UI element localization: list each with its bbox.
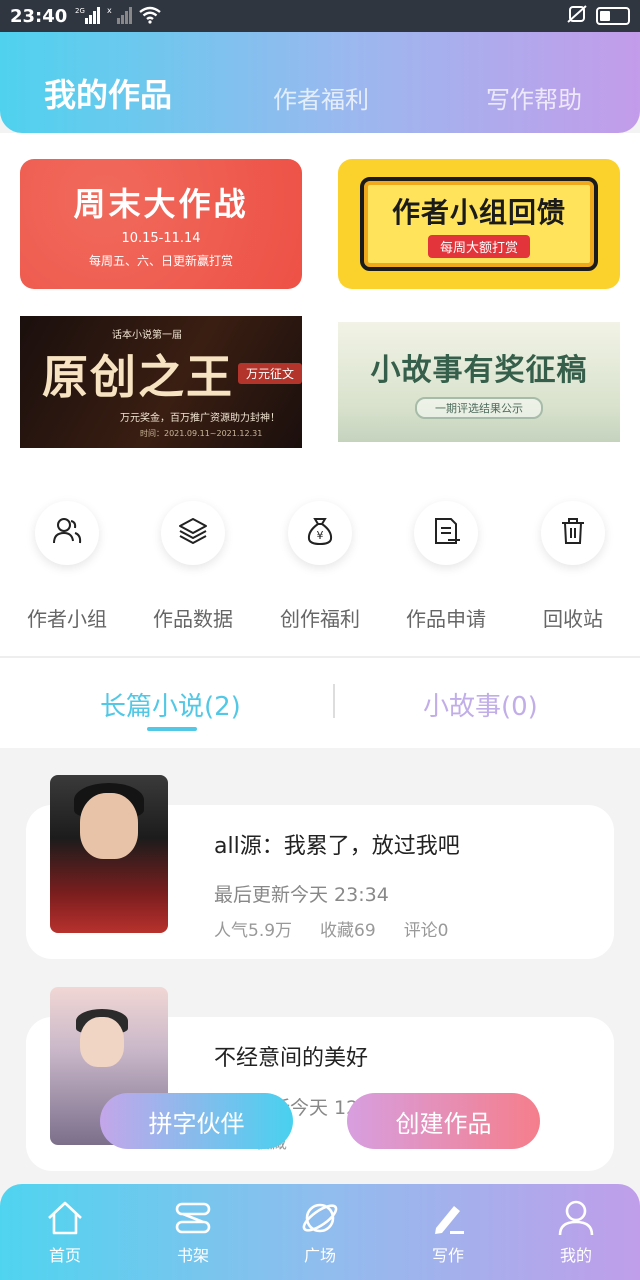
signal-icon: 2G [75, 6, 101, 27]
writing-partner-button[interactable]: 拼字伙伴 [100, 1093, 293, 1149]
top-header: 我的作品 作者福利 写作帮助 [0, 32, 640, 133]
banner-date: 10.15-11.14 [121, 231, 201, 246]
nav-square[interactable]: 广场 [275, 1196, 365, 1266]
banner-author-group[interactable]: 作者小组回馈 每周大额打赏 [338, 159, 620, 289]
money-bag-icon: ¥ [304, 515, 336, 551]
banner-subtitle: 万元奖金，百万推广资源助力封神！ [120, 412, 280, 424]
novel-tab-bar [0, 656, 640, 748]
tab-author-benefits[interactable]: 作者福利 [273, 80, 369, 115]
tab-writing-help[interactable]: 写作帮助 [486, 80, 582, 115]
action-creation-benefits[interactable]: ¥ 创作福利 [255, 501, 385, 632]
banner-subtitle: 一期评选结果公示 [415, 397, 543, 419]
status-time: 23:40 [10, 5, 68, 27]
status-bar: 23:40 2G x [0, 0, 640, 32]
nav-write[interactable]: 写作 [403, 1196, 493, 1266]
home-icon [43, 1196, 87, 1240]
user-icon [554, 1196, 598, 1240]
banner-weekend-battle[interactable]: 周末大作战 10.15-11.14 每周五、六、日更新赢打赏 [20, 159, 302, 289]
banner-title: 作者小组回馈 [391, 195, 566, 229]
book-title: 不经意间的美好 [214, 1046, 369, 1071]
book-popularity: 人气5.9万 [214, 921, 293, 941]
nav-label: 书架 [176, 1246, 209, 1265]
signal-icon: x [107, 6, 133, 27]
mute-icon [566, 4, 588, 29]
nav-label: 首页 [48, 1246, 81, 1265]
nav-mine[interactable]: 我的 [531, 1196, 621, 1266]
banner-original-king[interactable]: 话本小说第一届 原创之王 万元征文 万元奖金，百万推广资源助力封神！ 时间：20… [20, 316, 302, 448]
book-title: all源：我累了，放过我吧 [214, 834, 460, 859]
action-label: 作品数据 [153, 607, 233, 631]
banner-title: 周末大作战 [73, 185, 249, 223]
layers-icon [177, 515, 209, 551]
nav-home[interactable]: 首页 [20, 1196, 110, 1266]
trash-icon [557, 515, 589, 551]
book-cover[interactable] [50, 775, 168, 933]
banner-subtitle: 每周大额打赏 [427, 234, 530, 258]
active-tab-indicator [147, 727, 197, 731]
book-comments: 评论0 [403, 921, 449, 941]
bookshelf-icon [171, 1196, 215, 1240]
banner-date: 时间：2021.09.11~2021.12.31 [140, 428, 263, 438]
action-label: 创作福利 [280, 607, 360, 631]
action-label: 作品申请 [406, 607, 486, 631]
svg-text:x: x [107, 6, 112, 15]
create-work-button[interactable]: 创建作品 [347, 1093, 540, 1149]
action-work-application[interactable]: 作品申请 [381, 501, 511, 632]
banner-tag: 话本小说第一届 [112, 329, 182, 341]
bottom-nav: 首页 书架 广场 写作 我的 [0, 1184, 640, 1280]
planet-icon [298, 1196, 342, 1240]
quick-actions: 作者小组 作品数据 ¥ 创作福利 作品申请 回收站 [0, 501, 640, 631]
book-stats: 人气5.9万 收藏69 评论0 [214, 916, 449, 941]
nav-bookshelf[interactable]: 书架 [148, 1196, 238, 1266]
svg-text:2G: 2G [75, 7, 85, 15]
tab-long-novels[interactable]: 长篇小说(2) [100, 686, 241, 723]
document-icon [430, 515, 462, 551]
nav-label: 我的 [559, 1246, 592, 1265]
action-recycle-bin[interactable]: 回收站 [508, 501, 638, 632]
nav-label: 广场 [303, 1246, 336, 1265]
tab-my-works[interactable]: 我的作品 [44, 70, 172, 116]
banner-pill: 万元征文 [237, 363, 302, 384]
wifi-icon [139, 6, 162, 27]
action-label: 回收站 [543, 607, 603, 631]
battery-icon [596, 7, 630, 25]
banner-short-story-contest[interactable]: 小故事有奖征稿 一期评选结果公示 [338, 322, 620, 442]
banner-title: 原创之王 [42, 349, 234, 404]
pen-icon [426, 1196, 470, 1240]
tab-separator [333, 684, 335, 718]
action-label: 作者小组 [27, 607, 107, 631]
tab-short-stories[interactable]: 小故事(0) [423, 686, 538, 723]
action-work-data[interactable]: 作品数据 [128, 501, 258, 632]
book-last-updated: 最后更新今天 23:34 [214, 884, 389, 906]
nav-label: 写作 [431, 1246, 464, 1265]
banner-title: 小故事有奖征稿 [370, 353, 588, 388]
svg-text:¥: ¥ [317, 529, 324, 542]
divider [0, 656, 640, 658]
book-favorites: 收藏69 [320, 921, 376, 941]
action-author-group[interactable]: 作者小组 [2, 501, 132, 632]
banner-subtitle: 每周五、六、日更新赢打赏 [88, 254, 233, 268]
users-icon [51, 515, 83, 551]
